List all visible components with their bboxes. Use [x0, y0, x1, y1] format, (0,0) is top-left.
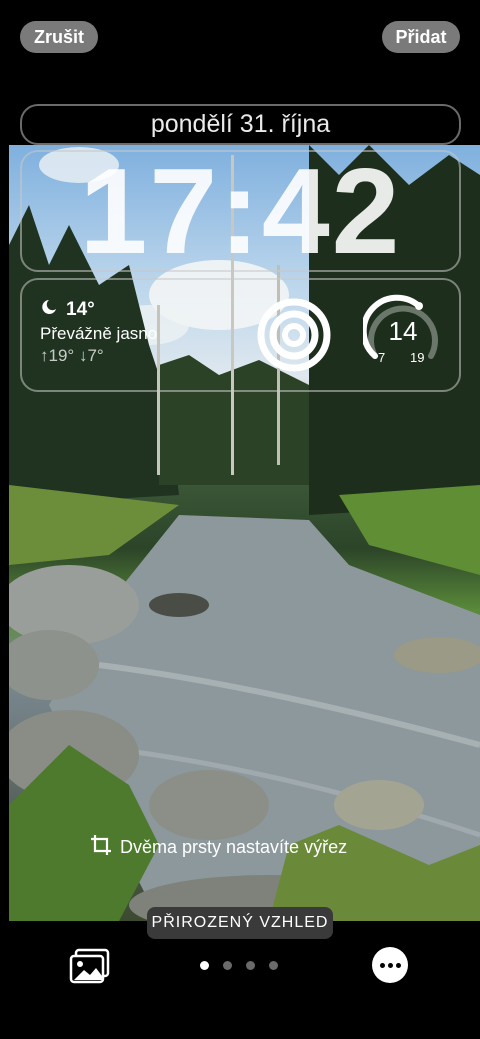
more-dot [395, 962, 401, 968]
weather-high: ↑19° [40, 346, 75, 365]
weather-low: ↓7° [78, 346, 104, 365]
crop-hint-text: Dvěma prsty nastavíte výřez [120, 837, 348, 857]
gauge-min: 7 [378, 350, 386, 365]
page-dot[interactable] [269, 961, 278, 970]
crop-icon [90, 834, 112, 861]
gauge-max: 19 [410, 350, 425, 365]
page-dot[interactable] [223, 961, 232, 970]
weather-widget[interactable]: 14° Převážně jasno ↑19° ↓7° [40, 298, 157, 366]
add-button[interactable]: Přidat [382, 21, 460, 53]
crop-hint: Dvěma prsty nastavíte výřez [90, 834, 347, 861]
activity-ring-widget[interactable] [256, 297, 332, 373]
weather-temperature: 14° [66, 299, 95, 320]
more-options-button[interactable] [372, 947, 408, 983]
photo-library-icon [69, 948, 110, 984]
page-dot[interactable] [246, 961, 255, 970]
photo-library-button[interactable] [68, 948, 112, 984]
weather-condition: Převážně jasno [40, 324, 158, 343]
date-display[interactable]: pondělí 31. října [20, 104, 461, 145]
page-indicator[interactable] [200, 961, 278, 970]
more-dot [379, 962, 385, 968]
more-dot [387, 962, 393, 968]
moon-cloud-icon [40, 298, 60, 322]
cancel-button[interactable]: Zrušit [20, 21, 98, 53]
page-dot[interactable] [200, 961, 209, 970]
gauge-value: 14 [388, 316, 418, 346]
clock-time[interactable]: 17:42 [20, 146, 461, 276]
photo-style-label[interactable]: PŘIROZENÝ VZHLED [147, 907, 333, 939]
